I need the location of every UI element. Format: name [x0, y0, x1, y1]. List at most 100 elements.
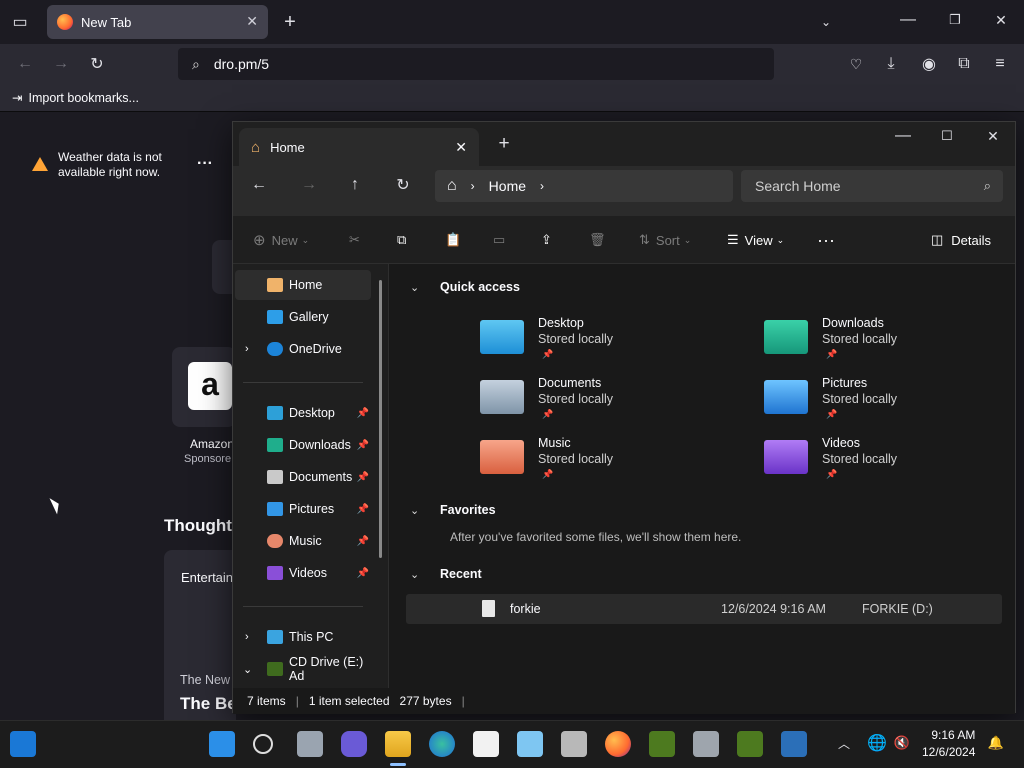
firefox-icon[interactable] [605, 731, 631, 757]
notification-icon[interactable]: 🔔 [987, 733, 1005, 753]
url-bar[interactable]: ⌕ dro.pm/5 [178, 48, 774, 80]
share-icon[interactable]: ⇪ [541, 216, 552, 264]
pictures-icon [267, 502, 283, 516]
firefox-icon [57, 14, 73, 30]
rename-icon[interactable]: ▭ [493, 216, 505, 264]
nav-item-onedrive[interactable]: › OneDrive [235, 334, 371, 364]
chevron-down-icon[interactable]: ⌄ [243, 663, 252, 676]
quick-access-music[interactable]: Music Stored locally 📌 [480, 436, 730, 492]
maximize-button[interactable]: ☐ [937, 126, 957, 146]
refresh-button[interactable]: ↻ [391, 174, 415, 196]
breadcrumb-home[interactable]: Home [489, 178, 526, 194]
close-tab-icon[interactable]: ✕ [246, 13, 258, 30]
nav-scrollbar[interactable] [379, 280, 382, 558]
up-button[interactable]: ↑ [343, 174, 367, 196]
details-button[interactable]: ◫ Details [931, 216, 991, 264]
quick-access-downloads[interactable]: Downloads Stored locally 📌 [764, 316, 1014, 372]
chevron-right-icon: › [470, 179, 475, 193]
chat-icon[interactable] [341, 731, 367, 757]
list-all-tabs-icon[interactable]: ⌄ [816, 12, 836, 32]
language-icon[interactable]: 🌐 [867, 733, 887, 753]
address-field[interactable]: ⌂ › Home › [435, 170, 733, 202]
recent-file-row[interactable]: forkie 12/6/2024 9:16 AM FORKIE (D:) [406, 594, 1002, 624]
tab-list-icon[interactable]: ▭ [8, 12, 32, 32]
browser-tab-new-tab[interactable]: New Tab ✕ [47, 5, 268, 39]
taskbar-clock[interactable]: 9:16 AM 12/6/2024 [922, 727, 975, 761]
pocket-icon[interactable]: ♡ [845, 53, 867, 75]
nav-item-this-pc[interactable]: › This PC [235, 622, 371, 652]
installer-icon[interactable] [693, 731, 719, 757]
desktop-widget-icon[interactable] [10, 731, 36, 757]
reload-button[interactable]: ↻ [86, 53, 108, 75]
recent-title: Recent [440, 567, 482, 581]
videos-folder-icon [764, 440, 808, 474]
nav-item-home[interactable]: Home [235, 270, 371, 300]
nav-item-videos[interactable]: Videos 📌 [235, 558, 371, 588]
sort-button[interactable]: ⇅ Sort ⌄ [639, 216, 691, 264]
nav-item-downloads[interactable]: Downloads 📌 [235, 430, 371, 460]
nav-item-pictures[interactable]: Pictures 📌 [235, 494, 371, 524]
quick-access-header[interactable]: ⌄ Quick access [410, 280, 520, 294]
import-bookmarks-link[interactable]: Import bookmarks... [28, 91, 138, 105]
search-field[interactable]: Search Home ⌕ [741, 170, 1003, 202]
nav-item-documents[interactable]: Documents 📌 [235, 462, 371, 492]
account-icon[interactable]: ◉ [918, 53, 940, 75]
quick-access-pictures[interactable]: Pictures Stored locally 📌 [764, 376, 1014, 432]
taskbar: ︿ 🌐 🔇 🔔 [0, 720, 1024, 768]
chevron-right-icon[interactable]: › [245, 343, 249, 355]
dreamweaver-icon[interactable] [737, 731, 763, 757]
music-icon [267, 534, 283, 548]
item-status: Stored locally [538, 452, 614, 466]
new-tab-button[interactable]: + [495, 133, 513, 154]
minimize-button[interactable]: — [893, 126, 913, 146]
minimize-button[interactable]: — [898, 10, 918, 30]
app-icon[interactable] [561, 731, 587, 757]
store-icon[interactable] [473, 731, 499, 757]
start-button-icon[interactable] [209, 731, 235, 757]
volume-muted-icon[interactable]: 🔇 [893, 733, 911, 753]
back-button[interactable]: ← [14, 53, 36, 75]
file-explorer-icon[interactable] [385, 731, 411, 757]
nav-item-desktop[interactable]: Desktop 📌 [235, 398, 371, 428]
close-tab-icon[interactable]: ✕ [455, 139, 467, 156]
search-icon[interactable] [253, 734, 273, 754]
weather-more-icon[interactable]: ··· [197, 155, 213, 173]
dreamweaver-icon[interactable] [649, 731, 675, 757]
close-window-button[interactable]: ✕ [983, 126, 1003, 146]
nav-item-music[interactable]: Music 📌 [235, 526, 371, 556]
paste-icon[interactable]: 📋 [445, 216, 461, 264]
new-tab-button[interactable]: + [280, 11, 300, 33]
new-button[interactable]: ⊕ New ⌄ [253, 216, 309, 264]
copy-icon[interactable]: ⧉ [397, 216, 406, 264]
explorer-tab-home[interactable]: ⌂ Home ✕ [239, 128, 479, 166]
quick-access-documents[interactable]: Documents Stored locally 📌 [480, 376, 730, 432]
edge-icon[interactable] [429, 731, 455, 757]
chevron-up-icon[interactable]: ︿ [836, 733, 852, 753]
delete-icon[interactable]: 🗑 [589, 216, 606, 264]
chevron-right-icon[interactable]: › [245, 631, 249, 643]
downloads-icon[interactable]: ⤓ [880, 53, 902, 75]
extensions-icon[interactable]: ⧉ [953, 53, 975, 75]
back-button[interactable]: ← [247, 174, 271, 196]
forward-button[interactable]: → [297, 174, 321, 196]
window-app-icon[interactable] [781, 731, 807, 757]
forward-button[interactable]: → [50, 53, 72, 75]
selection-size: 277 bytes [399, 694, 452, 708]
recent-header[interactable]: ⌄ Recent [410, 567, 482, 581]
notepad-icon[interactable] [517, 731, 543, 757]
dreamweaver-icon [267, 662, 283, 676]
more-options-icon[interactable]: ··· [817, 216, 835, 264]
close-window-button[interactable]: ✕ [991, 10, 1011, 30]
favorites-header[interactable]: ⌄ Favorites [410, 503, 496, 517]
view-button[interactable]: ☰ View ⌄ [727, 216, 784, 264]
quick-access-videos[interactable]: Videos Stored locally 📌 [764, 436, 1014, 492]
cut-icon[interactable]: ✂ [349, 216, 360, 264]
restore-button[interactable]: ❐ [945, 10, 965, 30]
menu-icon[interactable]: ≡ [989, 53, 1011, 75]
nav-item-gallery[interactable]: Gallery [235, 302, 371, 332]
task-view-icon[interactable] [297, 731, 323, 757]
bookmarks-toolbar: ⇥ Import bookmarks... [0, 84, 1024, 112]
chevron-right-icon[interactable]: › [540, 179, 544, 193]
quick-access-desktop[interactable]: Desktop Stored locally 📌 [480, 316, 730, 372]
nav-item-cd-drive[interactable]: ⌄ CD Drive (E:) Ad [235, 654, 371, 684]
